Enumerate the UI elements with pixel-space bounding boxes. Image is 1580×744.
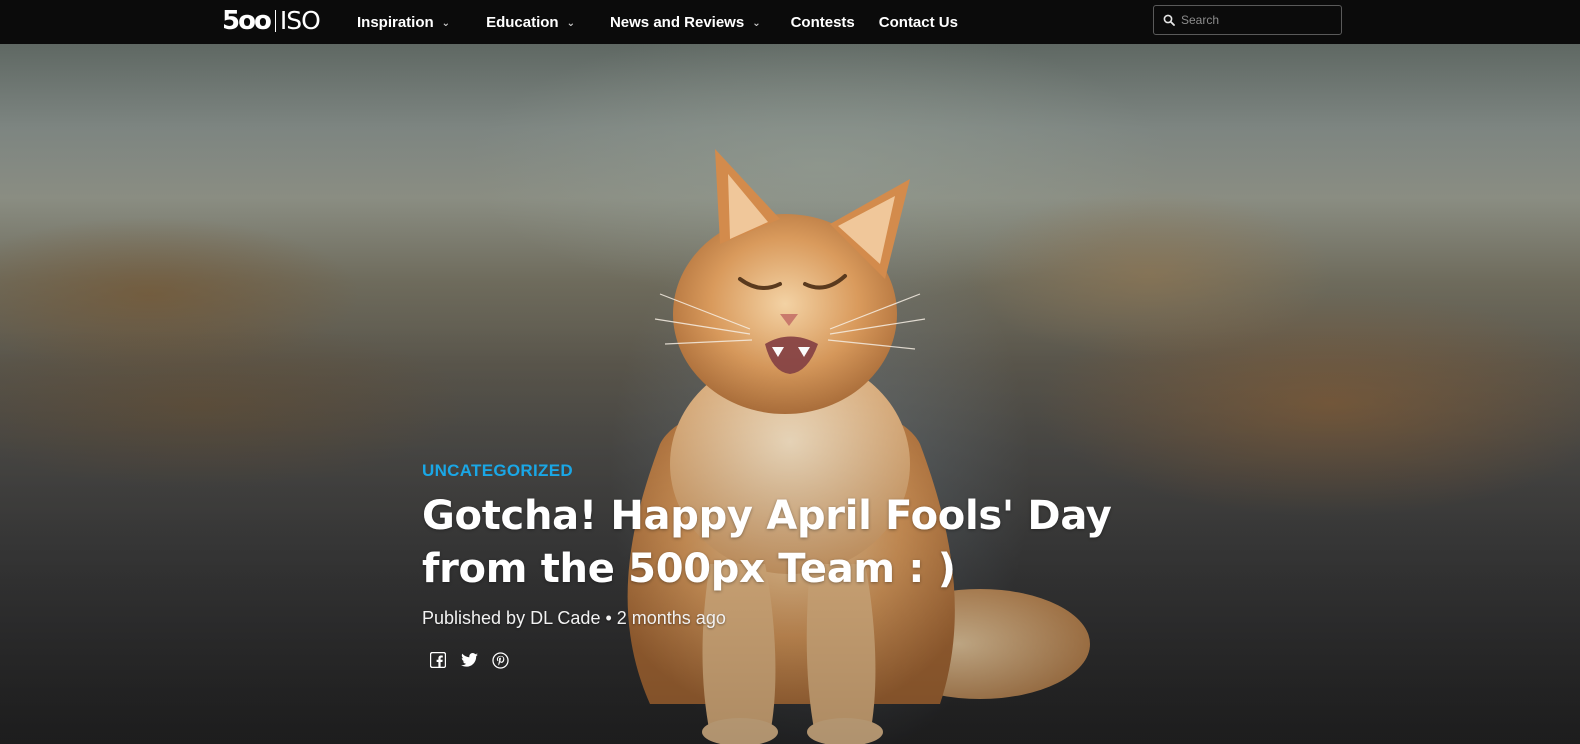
author-link[interactable]: DL Cade xyxy=(530,608,600,628)
search-box[interactable] xyxy=(1153,5,1342,35)
twitter-icon[interactable] xyxy=(459,650,479,670)
nav-item-label: Education xyxy=(486,13,559,31)
search-input[interactable] xyxy=(1181,13,1331,27)
nav-item-contests[interactable]: Contests xyxy=(791,14,855,31)
chevron-down-icon: ⌄ xyxy=(752,17,761,29)
chevron-down-icon: ⌄ xyxy=(566,17,575,29)
title-line-2: from the 500px Team : ) xyxy=(422,546,956,592)
article-title[interactable]: Gotcha! Happy April Fools' Day from the … xyxy=(422,490,1142,596)
chevron-down-icon: ⌄ xyxy=(441,17,451,29)
nav-item-label: Contact Us xyxy=(878,13,958,31)
nav-item-inspiration[interactable]: Inspiration ⌄ xyxy=(357,14,450,31)
facebook-icon[interactable] xyxy=(428,650,448,670)
article-header: UNCATEGORIZED Gotcha! Happy April Fools'… xyxy=(422,460,1142,670)
share-buttons xyxy=(422,650,1142,670)
nav-item-contact-us[interactable]: Contact Us xyxy=(879,14,958,31)
category-link[interactable]: UNCATEGORIZED xyxy=(422,460,573,482)
byline-separator: • xyxy=(600,608,617,628)
nav-item-education[interactable]: Education ⌄ xyxy=(486,14,575,31)
top-nav-bar: 5oo ISO Inspiration ⌄ Education ⌄ News a… xyxy=(0,0,1580,44)
nav-item-label: Inspiration xyxy=(357,13,434,31)
main-nav: Inspiration ⌄ Education ⌄ News and Revie… xyxy=(357,0,958,44)
publish-date: 2 months ago xyxy=(616,608,726,628)
logo-text: ISO xyxy=(279,6,321,35)
nav-item-label: Contests xyxy=(790,13,855,31)
nav-item-label: News and Reviews xyxy=(609,13,745,31)
nav-item-news-and-reviews[interactable]: News and Reviews ⌄ xyxy=(610,14,761,31)
title-line-1: Gotcha! Happy April Fools' Day xyxy=(422,493,1112,539)
search-icon xyxy=(1163,14,1175,26)
pinterest-icon[interactable] xyxy=(490,650,510,670)
site-logo[interactable]: 5oo ISO xyxy=(222,6,321,36)
logo-mark: 5oo xyxy=(222,6,272,36)
logo-divider xyxy=(274,10,276,32)
byline-prefix: Published by xyxy=(422,608,531,628)
byline: Published by DL Cade • 2 months ago xyxy=(422,606,1142,630)
